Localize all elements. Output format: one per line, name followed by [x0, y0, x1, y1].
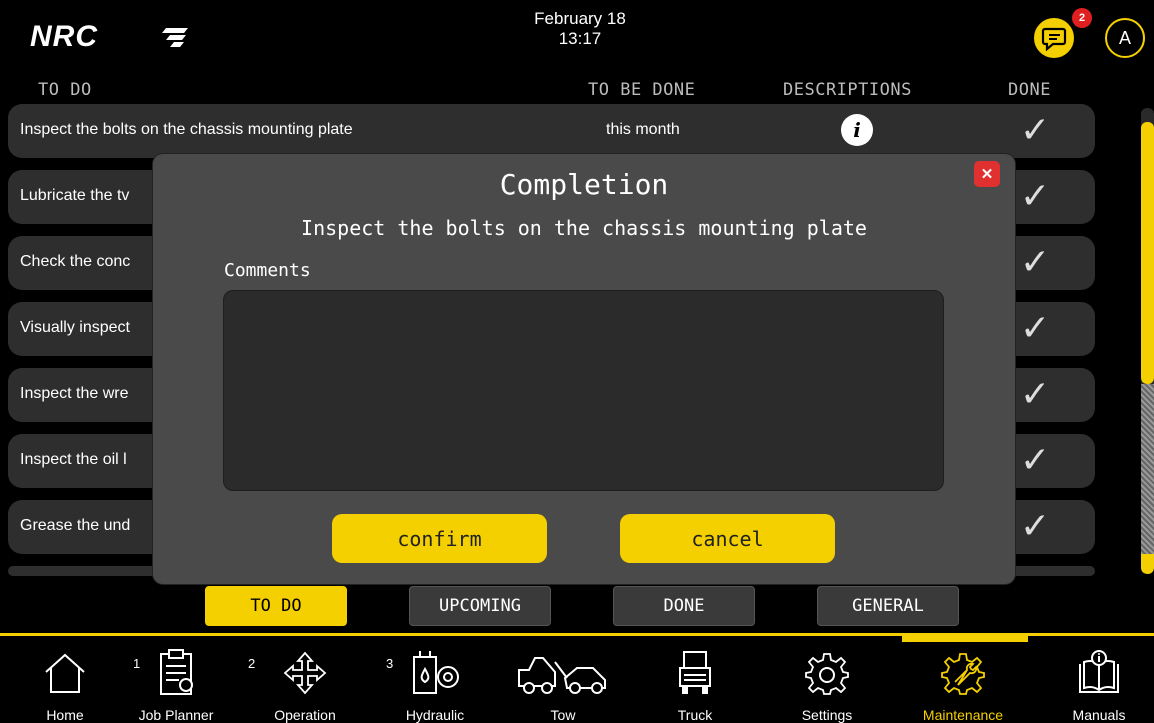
scrollbar-thumb[interactable] — [1141, 122, 1154, 384]
date-time: February 18 13:17 — [520, 9, 640, 49]
check-icon[interactable]: ✓ — [1020, 110, 1050, 150]
gear-icon — [805, 653, 849, 695]
tab-general[interactable]: GENERAL — [817, 586, 959, 626]
nav-label-truck: Truck — [677, 707, 713, 723]
task-text: Inspect the wre — [20, 385, 129, 402]
task-due: this month — [606, 121, 680, 138]
check-icon[interactable]: ✓ — [1020, 308, 1050, 348]
nav-job-planner[interactable]: 1 Job Planner — [121, 644, 231, 723]
nav-operation[interactable]: 2 Operation — [248, 644, 360, 723]
logo-mark-icon — [162, 28, 188, 47]
info-icon[interactable]: i — [841, 114, 873, 146]
column-header-descriptions: DESCRIPTIONS — [783, 80, 912, 100]
nav-label-job-planner: Job Planner — [138, 707, 214, 723]
chat-icon — [1041, 27, 1067, 51]
nav-label-tow: Tow — [550, 707, 576, 723]
tab-done[interactable]: DONE — [613, 586, 755, 626]
tab-todo[interactable]: TO DO — [205, 586, 347, 626]
task-text: Inspect the oil l — [20, 451, 127, 468]
nav-active-indicator — [902, 636, 1028, 642]
task-text: Check the conc — [20, 253, 131, 270]
nav-manuals[interactable]: Manuals — [1044, 644, 1154, 723]
logo-text: NRC — [30, 20, 98, 53]
task-text: Inspect the bolts on the chassis mountin… — [20, 121, 353, 138]
scrollbar-track-region — [1141, 384, 1154, 554]
nav-label-maintenance: Maintenance — [922, 707, 1004, 723]
nav-settings[interactable]: Settings — [772, 644, 882, 723]
time-text: 13:17 — [558, 29, 602, 48]
clipboard-icon — [160, 649, 193, 695]
confirm-button[interactable]: confirm — [332, 514, 547, 563]
check-icon[interactable]: ✓ — [1020, 242, 1050, 282]
column-header-to-be-done: TO BE DONE — [588, 80, 696, 100]
user-avatar[interactable]: A — [1105, 18, 1145, 58]
check-icon[interactable]: ✓ — [1020, 176, 1050, 216]
comments-label: Comments — [224, 260, 311, 281]
column-header-done: DONE — [1008, 80, 1051, 100]
nav-hydraulic[interactable]: 3 Hydraulic — [380, 644, 490, 723]
task-text: Visually inspect — [20, 319, 130, 336]
tow-truck-icon — [518, 657, 606, 694]
task-text: Lubricate the tv — [20, 187, 130, 204]
messages-button[interactable] — [1034, 18, 1074, 58]
check-icon[interactable]: ✓ — [1020, 374, 1050, 414]
nav-label-operation: Operation — [274, 707, 336, 723]
comments-input[interactable] — [223, 290, 944, 491]
notification-badge: 2 — [1072, 8, 1092, 28]
nav-tow[interactable]: Tow — [508, 644, 618, 723]
maintenance-gear-icon — [941, 653, 985, 695]
nrc-logo: NRC — [30, 20, 188, 60]
nav-label-manuals: Manuals — [1072, 707, 1126, 723]
dialog-title: Completion — [499, 168, 669, 201]
nav-label-settings: Settings — [801, 707, 853, 723]
nav-label-home: Home — [46, 707, 84, 723]
nav-maintenance[interactable]: Maintenance — [908, 644, 1018, 723]
column-header-todo: TO DO — [38, 80, 92, 100]
scrollbar-end-cap — [1141, 554, 1154, 574]
cancel-button[interactable]: cancel — [620, 514, 835, 563]
dialog-task-name: Inspect the bolts on the chassis mountin… — [301, 216, 867, 240]
top-bar: NRC February 18 13:17 2 A — [0, 0, 1154, 74]
check-icon[interactable]: ✓ — [1020, 440, 1050, 480]
home-icon — [45, 653, 85, 693]
date-text: February 18 — [534, 9, 626, 28]
task-text: Grease the und — [20, 517, 131, 534]
completion-dialog: ✕ Completion Inspect the bolts on the ch… — [153, 154, 1015, 584]
list-scrollbar[interactable] — [1141, 108, 1154, 574]
tab-upcoming[interactable]: UPCOMING — [409, 586, 551, 626]
hydraulic-icon — [413, 651, 459, 694]
check-icon[interactable]: ✓ — [1020, 506, 1050, 546]
truck-icon — [679, 651, 711, 694]
task-row[interactable]: Inspect the bolts on the chassis mountin… — [8, 104, 1095, 158]
nav-home[interactable]: Home — [10, 644, 120, 723]
nav-label-hydraulic: Hydraulic — [405, 707, 465, 723]
move-arrows-icon — [283, 651, 327, 695]
manual-book-icon — [1079, 650, 1119, 693]
nav-truck[interactable]: Truck — [640, 644, 750, 723]
